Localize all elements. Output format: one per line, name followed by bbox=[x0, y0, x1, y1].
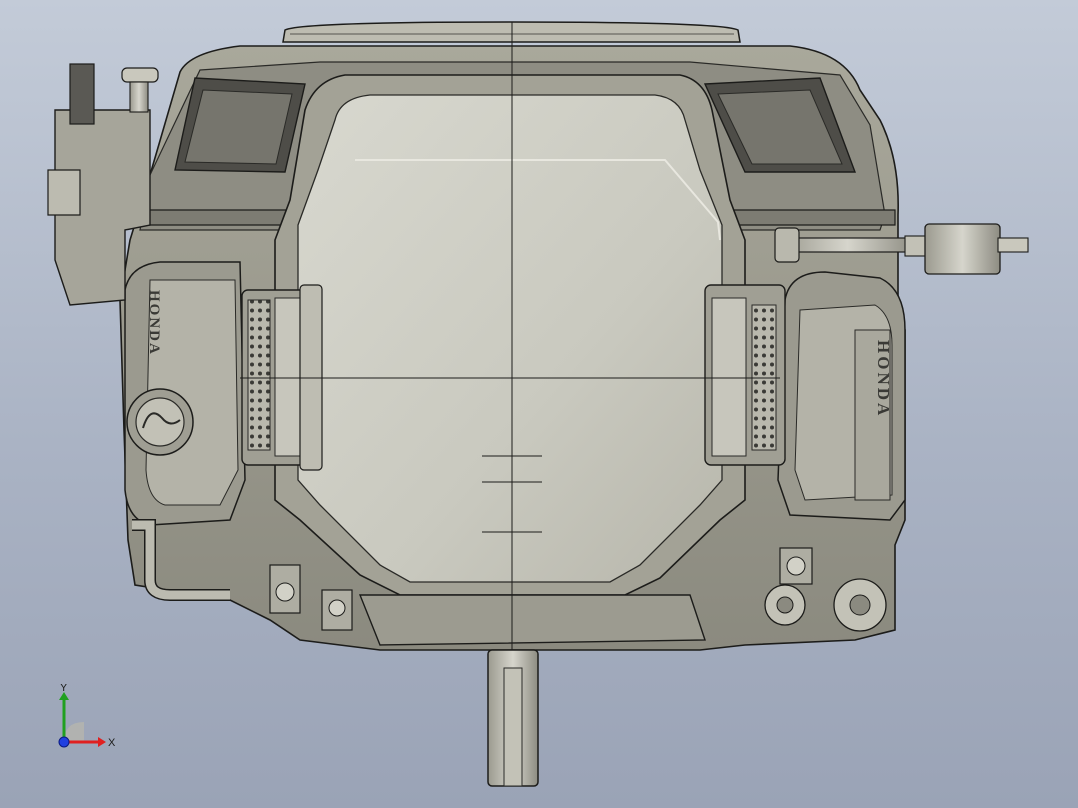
x-axis-arrowhead bbox=[98, 737, 106, 747]
brand-label-left: HONDA bbox=[146, 290, 162, 356]
cad-viewport[interactable]: HONDA HONDA bbox=[0, 0, 1078, 808]
crankcase-base bbox=[358, 594, 706, 646]
z-axis-origin bbox=[58, 736, 70, 748]
x-axis-label: X bbox=[108, 737, 116, 749]
choke-knob[interactable] bbox=[69, 63, 95, 125]
view-orientation-triad[interactable]: X Y bbox=[48, 684, 128, 754]
right-intake-grille bbox=[704, 284, 786, 466]
oil-filler-cap[interactable] bbox=[126, 388, 194, 456]
crankshaft[interactable] bbox=[487, 649, 539, 787]
left-cooling-vent bbox=[174, 77, 306, 173]
air-cleaner-cover[interactable] bbox=[274, 74, 746, 596]
brand-label-right: HONDA bbox=[874, 340, 893, 418]
y-axis-label: Y bbox=[60, 684, 68, 694]
right-cylinder-head[interactable]: HONDA bbox=[777, 271, 906, 521]
